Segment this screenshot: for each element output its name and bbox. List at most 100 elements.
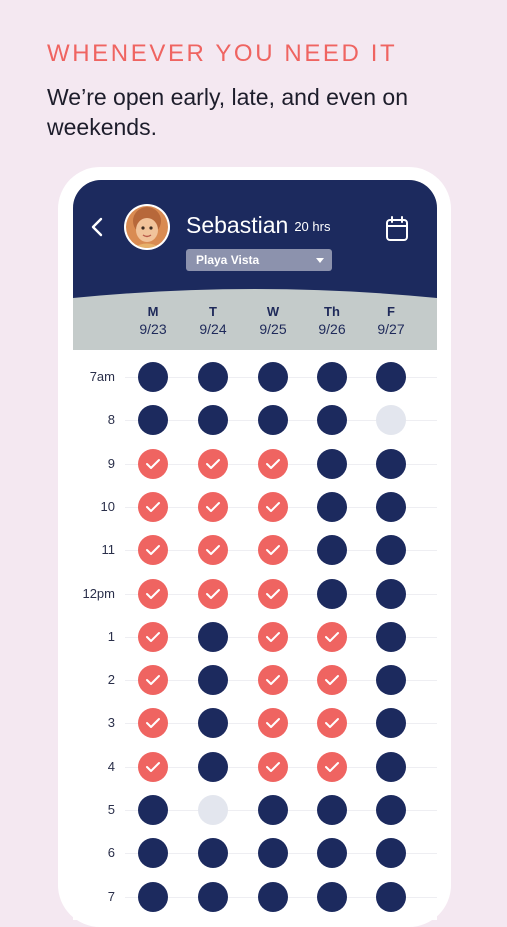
time-slot-booked[interactable] [198, 362, 228, 392]
time-slot-booked[interactable] [138, 838, 168, 868]
time-slot-booked[interactable] [198, 752, 228, 782]
time-slot-booked[interactable] [138, 795, 168, 825]
time-slot-selected[interactable] [198, 449, 228, 479]
child-photo [126, 206, 168, 248]
calendar-button[interactable] [385, 216, 409, 242]
time-slot-booked[interactable] [317, 362, 347, 392]
time-label: 6 [107, 845, 115, 860]
time-slot-booked[interactable] [258, 405, 288, 435]
time-slot-selected[interactable] [258, 579, 288, 609]
time-slot-booked[interactable] [376, 752, 406, 782]
time-slot-booked[interactable] [198, 665, 228, 695]
subheadline: We’re open early, late, and even on week… [47, 84, 408, 140]
time-slot-booked[interactable] [258, 882, 288, 912]
time-slot-booked[interactable] [376, 708, 406, 738]
time-slot-booked[interactable] [376, 665, 406, 695]
time-label: 11 [101, 542, 116, 557]
time-slot-booked[interactable] [376, 579, 406, 609]
day-letter: F [387, 304, 395, 319]
time-slot-booked[interactable] [376, 449, 406, 479]
time-slot-selected[interactable] [317, 665, 347, 695]
time-slot-booked[interactable] [138, 405, 168, 435]
time-slot-booked[interactable] [138, 882, 168, 912]
time-slot-selected[interactable] [198, 492, 228, 522]
time-slot-booked[interactable] [317, 795, 347, 825]
time-slot-booked[interactable] [198, 622, 228, 652]
day-letter: T [209, 304, 217, 319]
calendar-icon [386, 216, 408, 241]
time-slot-booked[interactable] [376, 622, 406, 652]
time-slot-selected[interactable] [138, 449, 168, 479]
time-label: 10 [100, 499, 115, 514]
caret-down-icon [316, 258, 324, 263]
time-slot-selected[interactable] [258, 492, 288, 522]
time-slot-booked[interactable] [376, 838, 406, 868]
time-label: 7am [89, 369, 115, 384]
avatar[interactable] [126, 206, 168, 248]
time-slot-booked[interactable] [317, 492, 347, 522]
time-slot-booked[interactable] [376, 492, 406, 522]
child-name-text: Sebastian [186, 212, 289, 238]
time-slot-booked[interactable] [317, 535, 347, 565]
day-letter: Th [324, 304, 340, 319]
time-slot-selected[interactable] [138, 665, 168, 695]
time-slot-selected[interactable] [138, 708, 168, 738]
time-slot-booked[interactable] [376, 795, 406, 825]
time-label: 7 [107, 889, 115, 904]
time-label: 3 [107, 715, 115, 730]
child-name: Sebastian 20 hrs [186, 212, 330, 239]
time-slot-selected[interactable] [198, 579, 228, 609]
time-slot-selected[interactable] [317, 708, 347, 738]
day-column-m: M 9/23 [128, 304, 178, 337]
day-letter: M [147, 304, 159, 319]
time-label: 5 [107, 802, 115, 817]
schedule-screen: Sebastian 20 hrs Playa Vista M 9/23 T 9/24 W 9… [73, 180, 437, 920]
time-slot-selected[interactable] [258, 622, 288, 652]
time-slot-booked[interactable] [258, 795, 288, 825]
time-label: 12pm [82, 586, 115, 601]
back-button[interactable] [91, 216, 109, 240]
time-slot-booked[interactable] [198, 708, 228, 738]
time-slot-selected[interactable] [258, 449, 288, 479]
time-slot-booked[interactable] [317, 838, 347, 868]
time-slot-selected[interactable] [138, 535, 168, 565]
time-slot-selected[interactable] [138, 622, 168, 652]
location-value: Playa Vista [196, 253, 260, 267]
time-slot-selected[interactable] [317, 752, 347, 782]
time-slot-booked[interactable] [317, 405, 347, 435]
time-slot-available[interactable] [376, 405, 406, 435]
time-slot-booked[interactable] [258, 362, 288, 392]
time-slot-selected[interactable] [258, 665, 288, 695]
time-slot-selected[interactable] [198, 535, 228, 565]
day-date: 9/24 [199, 321, 227, 337]
chevron-left-icon [91, 217, 103, 237]
time-slot-booked[interactable] [376, 882, 406, 912]
time-slot-selected[interactable] [138, 492, 168, 522]
day-date: 9/25 [259, 321, 287, 337]
time-slot-selected[interactable] [317, 622, 347, 652]
day-column-f: F 9/27 [366, 304, 416, 337]
day-date: 9/27 [377, 321, 405, 337]
time-slot-booked[interactable] [376, 362, 406, 392]
time-slot-booked[interactable] [258, 838, 288, 868]
time-slot-booked[interactable] [198, 882, 228, 912]
time-label: 9 [107, 456, 115, 471]
time-slot-booked[interactable] [198, 838, 228, 868]
time-slot-booked[interactable] [317, 449, 347, 479]
time-slot-booked[interactable] [317, 882, 347, 912]
time-slot-selected[interactable] [258, 708, 288, 738]
time-label: 1 [107, 629, 115, 644]
day-date: 9/23 [139, 321, 167, 337]
location-dropdown[interactable]: Playa Vista [186, 249, 332, 271]
time-slot-booked[interactable] [376, 535, 406, 565]
headline: WHENEVER YOU NEED IT [47, 40, 398, 67]
time-slot-selected[interactable] [258, 535, 288, 565]
time-slot-booked[interactable] [138, 362, 168, 392]
time-slot-selected[interactable] [138, 752, 168, 782]
time-slot-selected[interactable] [258, 752, 288, 782]
day-column-w: W 9/25 [248, 304, 298, 337]
time-slot-selected[interactable] [138, 579, 168, 609]
time-slot-available[interactable] [198, 795, 228, 825]
time-slot-booked[interactable] [198, 405, 228, 435]
time-slot-booked[interactable] [317, 579, 347, 609]
